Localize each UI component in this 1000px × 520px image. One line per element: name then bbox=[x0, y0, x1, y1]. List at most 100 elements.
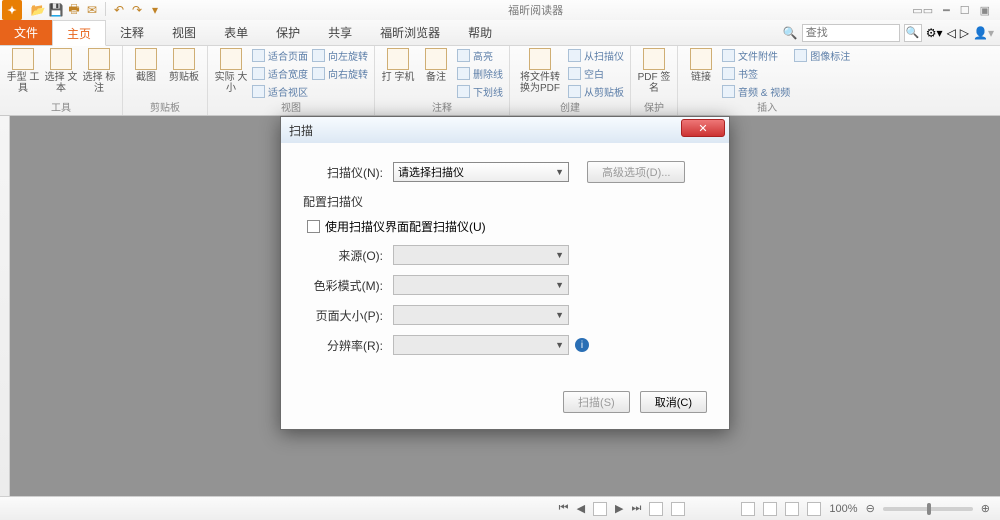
tab-home[interactable]: 主页 bbox=[52, 20, 106, 46]
snapshot-button[interactable]: 截图 bbox=[129, 48, 163, 83]
pagesize-select[interactable]: ▼ bbox=[393, 305, 569, 325]
layout-icon-2[interactable] bbox=[671, 502, 685, 516]
fit-view-button[interactable]: 适合视区 bbox=[252, 84, 308, 99]
dialog-titlebar[interactable]: 扫描 ✕ bbox=[281, 117, 729, 143]
nav-next-icon[interactable]: ▷ bbox=[960, 26, 969, 40]
typewriter-button[interactable]: 打 字机 bbox=[381, 48, 415, 83]
ribbon-group-view: 实际 大小 适合页面 适合宽度 适合视区 向左旋转 向右旋转 视图 bbox=[208, 46, 375, 115]
last-page-icon[interactable]: ⏭ bbox=[632, 502, 642, 515]
tab-view[interactable]: 视图 bbox=[158, 20, 210, 45]
view-mode-icon-3[interactable] bbox=[785, 502, 799, 516]
separator bbox=[105, 2, 106, 16]
tab-comment[interactable]: 注释 bbox=[106, 20, 158, 45]
image-annotation-button[interactable]: 图像标注 bbox=[794, 48, 850, 63]
tab-protect[interactable]: 保护 bbox=[262, 20, 314, 45]
rotate-right-button[interactable]: 向右旋转 bbox=[312, 66, 368, 81]
hand-tool-button[interactable]: 手型 工具 bbox=[6, 48, 40, 94]
highlight-button[interactable]: 高亮 bbox=[457, 48, 503, 63]
dialog-title: 扫描 bbox=[289, 122, 313, 139]
view-mode-icon-1[interactable] bbox=[741, 502, 755, 516]
tab-right-tools: 🔍 🔍 ⚙▾ ◁ ▷ 👤▾ bbox=[777, 20, 1000, 45]
close-window-icon[interactable]: ▣ bbox=[980, 4, 990, 17]
convert-to-pdf-button[interactable]: 将文件转 换为PDF bbox=[516, 48, 564, 94]
strikeout-button[interactable]: 删除线 bbox=[457, 66, 503, 81]
scanner-label: 扫描仪(N): bbox=[303, 164, 393, 181]
source-select[interactable]: ▼ bbox=[393, 245, 569, 265]
ribbon-min-icon[interactable]: ▭▭ bbox=[912, 4, 933, 17]
tab-form[interactable]: 表单 bbox=[210, 20, 262, 45]
chevron-down-icon: ▼ bbox=[555, 167, 564, 177]
zoom-slider[interactable] bbox=[883, 507, 973, 511]
from-scanner-button[interactable]: 从扫描仪 bbox=[568, 48, 624, 63]
ribbon-group-comment: 打 字机 备注 高亮 删除线 下划线 注释 bbox=[375, 46, 510, 115]
colormode-select[interactable]: ▼ bbox=[393, 275, 569, 295]
view-mode-icon-4[interactable] bbox=[807, 502, 821, 516]
ribbon-group-protect: PDF 签名 保护 bbox=[631, 46, 678, 115]
resolution-label: 分辨率(R): bbox=[303, 337, 393, 354]
user-icon[interactable]: 👤▾ bbox=[973, 26, 994, 40]
select-text-button[interactable]: 选择 文本 bbox=[44, 48, 78, 94]
mail-icon[interactable]: ✉ bbox=[84, 2, 100, 18]
fit-page-button[interactable]: 适合页面 bbox=[252, 48, 308, 63]
open-icon[interactable]: 📂 bbox=[30, 2, 46, 18]
use-native-checkbox[interactable] bbox=[307, 220, 320, 233]
next-page-icon[interactable]: ▶ bbox=[615, 502, 623, 515]
use-native-label: 使用扫描仪界面配置扫描仪(U) bbox=[325, 218, 486, 235]
zoom-in-icon[interactable]: ⊕ bbox=[981, 502, 990, 515]
pagesize-label: 页面大小(P): bbox=[303, 307, 393, 324]
file-attachment-button[interactable]: 文件附件 bbox=[722, 48, 790, 63]
fit-width-button[interactable]: 适合宽度 bbox=[252, 66, 308, 81]
prev-page-icon[interactable]: ◀ bbox=[577, 502, 585, 515]
scanner-select[interactable]: 请选择扫描仪▼ bbox=[393, 162, 569, 182]
advanced-options-button[interactable]: 高级选项(D)... bbox=[587, 161, 685, 183]
ribbon-group-tools: 手型 工具 选择 文本 选择 标注 工具 bbox=[0, 46, 123, 115]
page-input[interactable] bbox=[593, 502, 607, 516]
maximize-icon[interactable]: ☐ bbox=[960, 4, 970, 17]
first-page-icon[interactable]: ⏮ bbox=[559, 502, 569, 515]
link-button[interactable]: 链接 bbox=[684, 48, 718, 83]
window-buttons: ▭▭ ━ ☐ ▣ bbox=[902, 4, 1000, 17]
pdf-sign-button[interactable]: PDF 签名 bbox=[637, 48, 671, 94]
search-icon[interactable]: 🔍 bbox=[783, 26, 798, 40]
from-clipboard-button[interactable]: 从剪贴板 bbox=[568, 84, 624, 99]
zoom-out-icon[interactable]: ⊖ bbox=[866, 502, 875, 515]
save-icon[interactable]: 💾 bbox=[48, 2, 64, 18]
actual-size-button[interactable]: 实际 大小 bbox=[214, 48, 248, 94]
select-annotation-button[interactable]: 选择 标注 bbox=[82, 48, 116, 94]
window-title: 福昕阅读器 bbox=[169, 2, 902, 18]
source-label: 来源(O): bbox=[303, 247, 393, 264]
minimize-icon[interactable]: ━ bbox=[943, 4, 950, 17]
tab-help[interactable]: 帮助 bbox=[454, 20, 506, 45]
tab-file[interactable]: 文件 bbox=[0, 20, 52, 45]
ribbon-tabs: 文件 主页 注释 视图 表单 保护 共享 福昕浏览器 帮助 🔍 🔍 ⚙▾ ◁ ▷… bbox=[0, 20, 1000, 46]
title-bar: ✦ 📂 💾 🖶 ✉ ↶ ↷ ▾ 福昕阅读器 ▭▭ ━ ☐ ▣ bbox=[0, 0, 1000, 20]
bookmark-button[interactable]: 书签 bbox=[722, 66, 790, 81]
qa-dropdown-icon[interactable]: ▾ bbox=[147, 2, 163, 18]
view-mode-icon-2[interactable] bbox=[763, 502, 777, 516]
info-icon[interactable]: i bbox=[575, 338, 589, 352]
search-go-button[interactable]: 🔍 bbox=[904, 24, 922, 42]
scan-button[interactable]: 扫描(S) bbox=[563, 391, 630, 413]
app-logo: ✦ bbox=[2, 0, 22, 20]
search-input[interactable] bbox=[802, 24, 900, 42]
nav-prev-icon[interactable]: ◁ bbox=[947, 26, 956, 40]
cancel-button[interactable]: 取消(C) bbox=[640, 391, 707, 413]
zoom-value: 100% bbox=[829, 503, 857, 515]
undo-icon[interactable]: ↶ bbox=[111, 2, 127, 18]
clipboard-button[interactable]: 剪贴板 bbox=[167, 48, 201, 83]
tab-browser[interactable]: 福昕浏览器 bbox=[366, 20, 454, 45]
resolution-select[interactable]: ▼ bbox=[393, 335, 569, 355]
blank-button[interactable]: 空白 bbox=[568, 66, 624, 81]
dialog-close-button[interactable]: ✕ bbox=[681, 119, 725, 137]
note-button[interactable]: 备注 bbox=[419, 48, 453, 83]
rotate-left-button[interactable]: 向左旋转 bbox=[312, 48, 368, 63]
audio-video-button[interactable]: 音频 & 视频 bbox=[722, 84, 790, 99]
print-icon[interactable]: 🖶 bbox=[66, 2, 82, 18]
redo-icon[interactable]: ↷ bbox=[129, 2, 145, 18]
underline-button[interactable]: 下划线 bbox=[457, 84, 503, 99]
ribbon-group-clipboard: 截图 剪贴板 剪贴板 bbox=[123, 46, 208, 115]
gear-icon[interactable]: ⚙▾ bbox=[926, 26, 943, 40]
tab-share[interactable]: 共享 bbox=[314, 20, 366, 45]
side-panel-collapsed[interactable] bbox=[0, 116, 10, 496]
layout-icon-1[interactable] bbox=[649, 502, 663, 516]
